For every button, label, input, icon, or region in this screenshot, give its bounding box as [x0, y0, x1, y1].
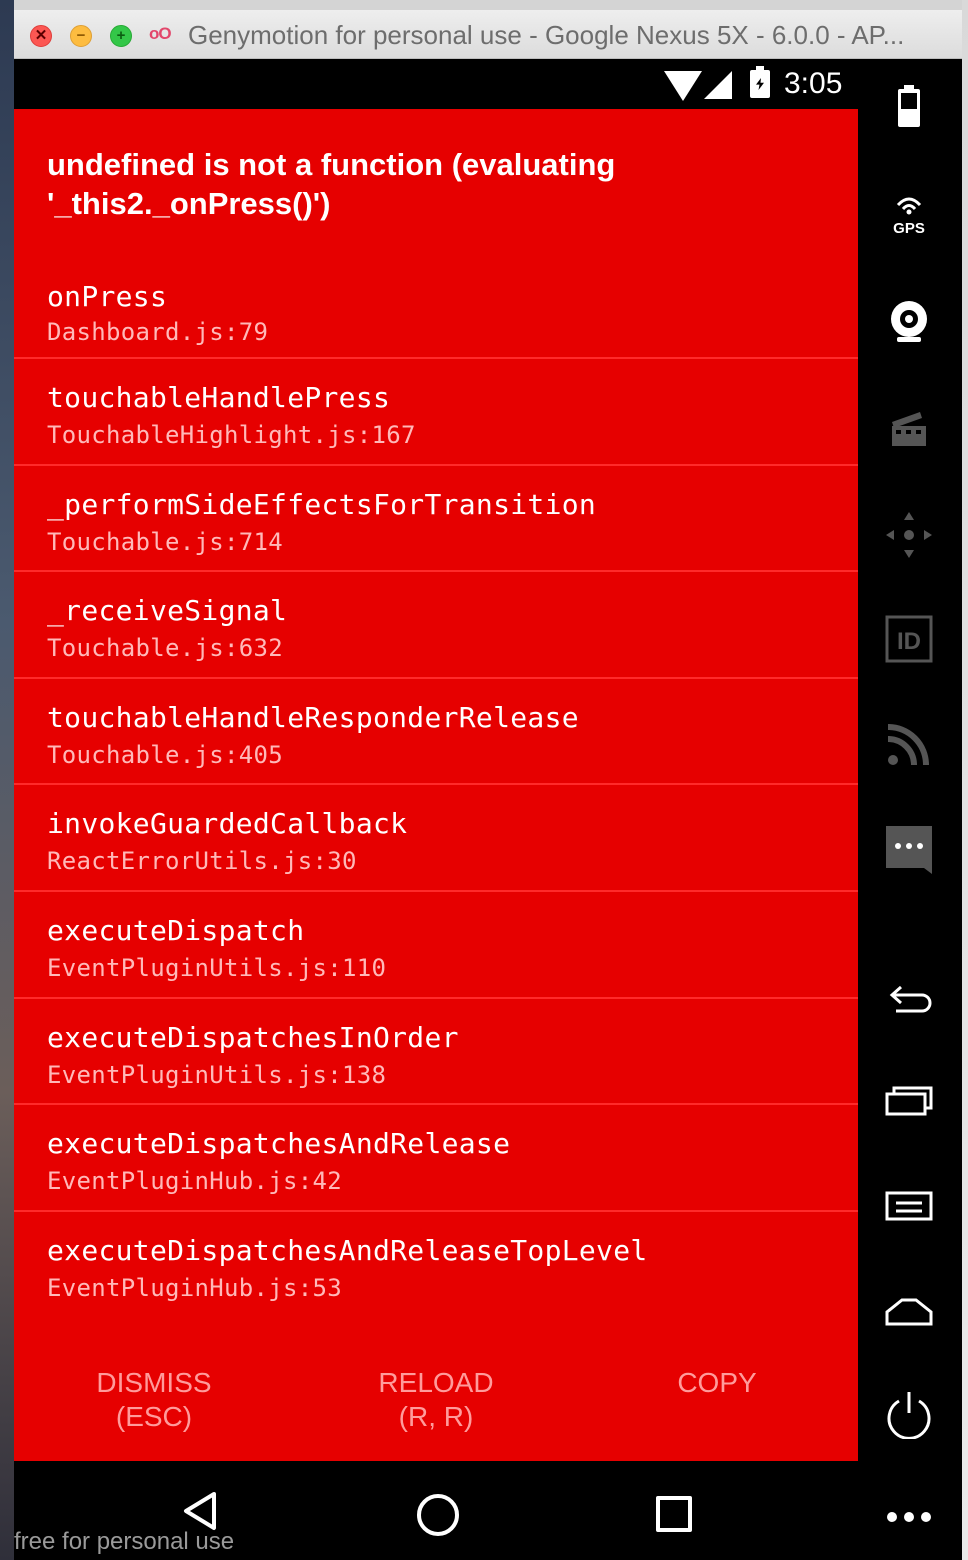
wifi-icon: [664, 71, 702, 101]
frame-file: EventPluginHub.js:42: [47, 1167, 342, 1196]
id-label: ID: [897, 628, 921, 655]
genymotion-window: ✕ − + oO Genymotion for personal use - G…: [14, 10, 962, 1560]
nav-recent-apps-icon[interactable]: [656, 1496, 692, 1532]
capture-icon[interactable]: [884, 404, 934, 454]
window-close-button[interactable]: ✕: [30, 25, 52, 47]
frame-file: ReactErrorUtils.js:30: [47, 847, 357, 876]
window-titlebar[interactable]: ✕ − + oO Genymotion for personal use - G…: [14, 10, 962, 59]
stack-frame[interactable]: invokeGuardedCallback ReactErrorUtils.js…: [14, 783, 858, 890]
watermark: free for personal use: [14, 1528, 235, 1555]
cell-signal-icon: [704, 71, 732, 99]
reload-button[interactable]: RELOAD (R, R): [336, 1366, 536, 1434]
status-time: 3:05: [784, 67, 843, 100]
recent-apps-icon[interactable]: [884, 1076, 934, 1126]
desktop-background-right: [962, 0, 968, 1560]
genymotion-sidebar: GPS ID: [858, 59, 962, 1560]
more-icon[interactable]: [884, 1492, 934, 1542]
back-icon[interactable]: [884, 971, 934, 1021]
frame-function: _performSideEffectsForTransition: [47, 487, 597, 521]
frame-file: TouchableHighlight.js:167: [47, 421, 416, 449]
nav-home-icon[interactable]: [417, 1494, 459, 1536]
android-status-bar: 3:05: [14, 59, 858, 109]
android-screen: 3:05 undefined is not a function (evalua…: [14, 59, 858, 1560]
genymotion-logo-icon: oO: [149, 24, 172, 43]
dismiss-button[interactable]: DISMISS (ESC): [54, 1366, 254, 1434]
frame-file: Touchable.js:632: [47, 634, 283, 663]
window-maximize-button[interactable]: +: [110, 25, 132, 47]
gps-icon[interactable]: GPS: [884, 187, 934, 237]
frame-function: executeDispatchesAndReleaseTopLevel: [47, 1233, 648, 1267]
frame-function: invokeGuardedCallback: [47, 807, 408, 841]
gps-label: GPS: [893, 220, 925, 237]
copy-label: COPY: [677, 1367, 757, 1398]
dpad-icon[interactable]: [884, 510, 934, 560]
reload-shortcut: (R, R): [398, 1401, 474, 1432]
desktop-background-left: [0, 0, 14, 1560]
identifiers-icon[interactable]: ID: [884, 614, 934, 664]
stack-frame[interactable]: _receiveSignal Touchable.js:632: [14, 570, 858, 677]
stack-frame[interactable]: executeDispatchesInOrder EventPluginUtil…: [14, 996, 858, 1104]
maximize-icon: +: [116, 27, 126, 44]
reload-label: RELOAD: [378, 1367, 494, 1398]
dismiss-label: DISMISS: [96, 1367, 212, 1398]
home-icon[interactable]: [884, 1286, 934, 1336]
stack-frame[interactable]: executeDispatch EventPluginUtils.js:110: [14, 889, 858, 997]
power-icon[interactable]: [884, 1389, 934, 1440]
stack-trace: onPress Dashboard.js:79 touchableHandleP…: [14, 254, 858, 1316]
dismiss-shortcut: (ESC): [115, 1401, 193, 1432]
frame-file: EventPluginHub.js:53: [47, 1273, 342, 1302]
desktop-background-top: [0, 0, 968, 10]
frame-function: executeDispatch: [47, 913, 305, 947]
error-message: undefined is not a function (evaluating …: [47, 147, 616, 221]
stack-frame[interactable]: onPress Dashboard.js:79: [14, 254, 858, 357]
frame-function: executeDispatchesInOrder: [47, 1020, 459, 1054]
battery-charging-icon: [750, 66, 770, 98]
battery-icon[interactable]: [884, 83, 934, 133]
frame-file: Touchable.js:714: [47, 527, 283, 556]
stack-frame[interactable]: touchableHandlePress TouchableHighlight.…: [14, 357, 858, 464]
frame-file: Dashboard.js:79: [47, 318, 269, 346]
stack-frame[interactable]: executeDispatchesAndReleaseTopLevel Even…: [14, 1209, 858, 1317]
frame-function: executeDispatchesAndRelease: [47, 1127, 511, 1161]
window-minimize-button[interactable]: −: [70, 25, 92, 47]
webcam-icon[interactable]: [884, 297, 934, 347]
stack-frame[interactable]: _performSideEffectsForTransition Touchab…: [14, 463, 858, 571]
close-icon: ✕: [34, 27, 48, 44]
nav-back-icon[interactable]: [182, 1491, 218, 1531]
minimize-icon: −: [76, 27, 86, 44]
frame-file: EventPluginUtils.js:110: [47, 953, 387, 982]
frame-file: Touchable.js:405: [47, 740, 283, 769]
frame-file: EventPluginUtils.js:138: [47, 1060, 387, 1089]
redbox-error-screen: undefined is not a function (evaluating …: [14, 109, 858, 1461]
window-title: Genymotion for personal use - Google Nex…: [188, 20, 905, 50]
stack-frame[interactable]: executeDispatchesAndRelease EventPluginH…: [14, 1103, 858, 1210]
frame-function: _receiveSignal: [47, 594, 288, 628]
frame-function: touchableHandleResponderRelease: [47, 700, 579, 734]
menu-icon[interactable]: [884, 1181, 934, 1231]
stack-frame[interactable]: touchableHandleResponderRelease Touchabl…: [14, 676, 858, 784]
sms-icon[interactable]: [884, 824, 934, 874]
copy-button[interactable]: COPY: [617, 1366, 817, 1400]
frame-function: onPress: [47, 280, 168, 313]
cast-icon[interactable]: [884, 719, 934, 769]
frame-function: touchableHandlePress: [47, 381, 391, 414]
